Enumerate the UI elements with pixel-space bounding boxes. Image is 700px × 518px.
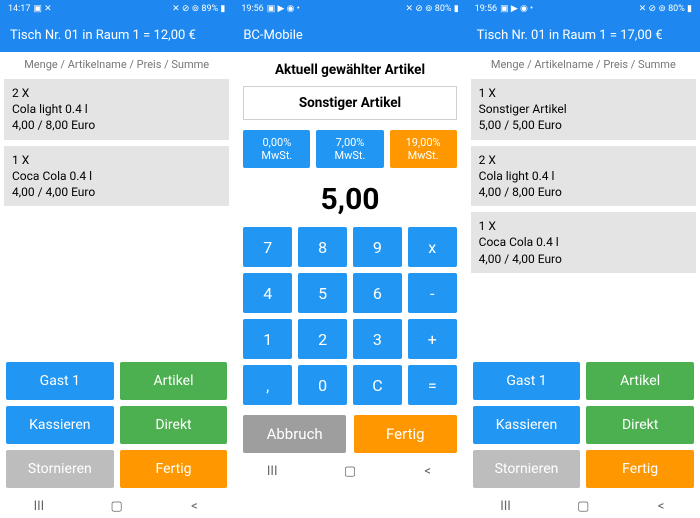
screen-order-2: 19:56▣ ▶ ◉ • ✕ ⊘ ⊚ 80% ▮ Tisch Nr. 01 in… [467,0,700,518]
screen-keypad: 19:56 ▣ ▶ ◉ • ✕ ⊘ ⊚ 80% ▮ BC-Mobile Aktue… [233,0,466,518]
status-bar: 19:56▣ ▶ ◉ • ✕ ⊘ ⊚ 80% ▮ [467,0,700,18]
key-4[interactable]: 4 [243,273,292,313]
key-5[interactable]: 5 [298,273,347,313]
item-price: 4,00 / 4,00 Euro [479,251,688,267]
list-item[interactable]: 1 X Coca Cola 0.4 l 4,00 / 4,00 Euro [4,146,229,207]
key-x[interactable]: x [408,227,457,267]
artikel-button[interactable]: Artikel [120,362,228,400]
key-9[interactable]: 9 [353,227,402,267]
tax-label: MwSt. [316,149,383,162]
fertig-button[interactable]: Fertig [120,450,228,488]
tax-0-button[interactable]: 0,00% MwSt. [243,130,310,168]
status-time: 19:56 [475,4,497,14]
key-0[interactable]: 0 [298,365,347,405]
status-time: 14:17 [8,4,30,14]
back-icon[interactable]: < [654,499,668,513]
stornieren-button[interactable]: Stornieren [6,450,114,488]
fertig-button[interactable]: Fertig [586,450,694,488]
item-name: Sonstiger Artikel [479,101,688,117]
status-icons-left: ▣ ✕ [33,4,51,14]
key-plus[interactable]: + [408,319,457,359]
gast-button[interactable]: Gast 1 [6,362,114,400]
key-6[interactable]: 6 [353,273,402,313]
action-buttons: Gast 1 Artikel Kassieren Direkt Stornier… [467,358,700,494]
status-icons-left: ▣ ▶ ◉ • [267,4,300,14]
stornieren-button[interactable]: Stornieren [473,450,581,488]
amount-display: 5,00 [233,168,466,227]
item-name: Cola light 0.4 l [479,168,688,184]
android-nav: III ▢ < [467,494,700,518]
article-name: Sonstiger Artikel [243,86,456,120]
bottom-actions: Abbruch Fertig [233,405,466,459]
item-qty: 2 X [479,152,688,168]
keypad: 7 8 9 x 4 5 6 - 1 2 3 + , 0 C = [233,227,466,405]
status-time: 19:56 [241,4,263,14]
item-qty: 1 X [12,152,221,168]
list-item[interactable]: 2 X Cola light 0.4 l 4,00 / 8,00 Euro [4,79,229,140]
tax-rate: 0,00% [243,136,310,149]
key-2[interactable]: 2 [298,319,347,359]
item-price: 4,00 / 8,00 Euro [12,117,221,133]
key-equals[interactable]: = [408,365,457,405]
app-bar-title: Tisch Nr. 01 in Raum 1 = 17,00 € [467,18,700,52]
status-icons-left: ▣ ▶ ◉ • [500,4,533,14]
recents-icon[interactable]: III [32,499,46,513]
status-bar: 19:56 ▣ ▶ ◉ • ✕ ⊘ ⊚ 80% ▮ [233,0,466,18]
back-icon[interactable]: < [421,464,435,478]
kassieren-button[interactable]: Kassieren [6,406,114,444]
list-header: Menge / Artikelname / Preis / Summe [467,52,700,77]
item-qty: 1 X [479,218,688,234]
tax-rate: 7,00% [316,136,383,149]
key-3[interactable]: 3 [353,319,402,359]
home-icon[interactable]: ▢ [576,499,590,513]
gast-button[interactable]: Gast 1 [473,362,581,400]
item-name: Coca Cola 0.4 l [12,168,221,184]
tax-rate: 19,00% [390,136,457,149]
tax-19-button[interactable]: 19,00% MwSt. [390,130,457,168]
tax-row: 0,00% MwSt. 7,00% MwSt. 19,00% MwSt. [233,120,466,168]
app-bar-title: Tisch Nr. 01 in Raum 1 = 12,00 € [0,18,233,52]
item-price: 5,00 / 5,00 Euro [479,117,688,133]
list-item[interactable]: 2 X Cola light 0.4 l 4,00 / 8,00 Euro [471,146,696,207]
status-icons-right: ✕ ⊘ ⊚ 80% ▮ [639,4,692,14]
key-1[interactable]: 1 [243,319,292,359]
key-comma[interactable]: , [243,365,292,405]
list-item[interactable]: 1 X Sonstiger Artikel 5,00 / 5,00 Euro [471,79,696,140]
abbruch-button[interactable]: Abbruch [243,415,346,453]
home-icon[interactable]: ▢ [343,464,357,478]
item-qty: 2 X [12,85,221,101]
item-qty: 1 X [479,85,688,101]
home-icon[interactable]: ▢ [110,499,124,513]
key-7[interactable]: 7 [243,227,292,267]
section-title: Aktuell gewählter Artikel [233,52,466,86]
item-name: Cola light 0.4 l [12,101,221,117]
list-item[interactable]: 1 X Coca Cola 0.4 l 4,00 / 4,00 Euro [471,212,696,273]
android-nav: III ▢ < [233,459,466,483]
screen-order-1: 14:17▣ ✕ ✕ ⊘ ⊚ 89% ▮ Tisch Nr. 01 in Rau… [0,0,233,518]
tax-7-button[interactable]: 7,00% MwSt. [316,130,383,168]
app-bar-title: BC-Mobile [233,18,466,52]
status-bar: 14:17▣ ✕ ✕ ⊘ ⊚ 89% ▮ [0,0,233,18]
item-price: 4,00 / 4,00 Euro [12,184,221,200]
direkt-button[interactable]: Direkt [586,406,694,444]
key-8[interactable]: 8 [298,227,347,267]
list-header: Menge / Artikelname / Preis / Summe [0,52,233,77]
direkt-button[interactable]: Direkt [120,406,228,444]
tax-label: MwSt. [390,149,457,162]
action-buttons: Gast 1 Artikel Kassieren Direkt Stornier… [0,358,233,494]
artikel-button[interactable]: Artikel [586,362,694,400]
status-icons-right: ✕ ⊘ ⊚ 89% ▮ [172,4,225,14]
recents-icon[interactable]: III [265,464,279,478]
recents-icon[interactable]: III [499,499,513,513]
item-name: Coca Cola 0.4 l [479,234,688,250]
back-icon[interactable]: < [187,499,201,513]
kassieren-button[interactable]: Kassieren [473,406,581,444]
status-icons-right: ✕ ⊘ ⊚ 80% ▮ [405,4,458,14]
tax-label: MwSt. [243,149,310,162]
android-nav: III ▢ < [0,494,233,518]
key-minus[interactable]: - [408,273,457,313]
key-c[interactable]: C [353,365,402,405]
item-price: 4,00 / 8,00 Euro [479,184,688,200]
fertig-button[interactable]: Fertig [354,415,457,453]
